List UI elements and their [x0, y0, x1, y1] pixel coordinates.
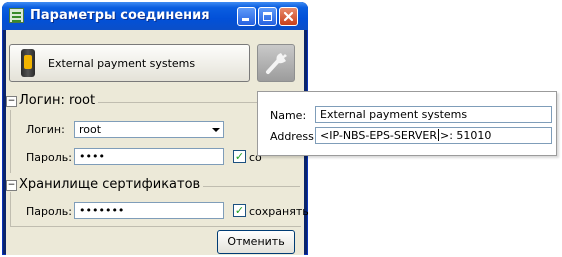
collapse-icon[interactable]: −	[6, 96, 17, 107]
connection-name-label: External payment systems	[48, 57, 196, 70]
password-value: ••••	[79, 150, 105, 163]
save-cert-password-checkbox[interactable]: ✓	[233, 204, 246, 217]
popup-name-field[interactable]: External payment systems	[315, 106, 552, 123]
cert-password-value: •••••••	[79, 204, 125, 217]
connection-select-button[interactable]: External payment systems	[9, 44, 250, 82]
close-icon	[283, 11, 294, 22]
password-field[interactable]: ••••	[74, 148, 224, 165]
popup-address-value-start: <IP-NBS-EPS-SERVER	[320, 129, 437, 142]
login-dropdown[interactable]: root	[74, 121, 224, 138]
wrench-icon	[266, 53, 287, 74]
save-password-checkbox[interactable]: ✓	[233, 150, 246, 163]
cert-group-title: Хранилище сертификатов	[19, 177, 201, 192]
password-label: Пароль:	[26, 151, 72, 164]
settings-list-icon	[9, 8, 24, 23]
popup-address-field[interactable]: <IP-NBS-EPS-SERVER >: 51010	[315, 127, 552, 144]
maximize-icon	[263, 12, 272, 21]
minimize-icon	[242, 18, 249, 21]
login-group-title: Логин: root	[19, 93, 96, 108]
cert-password-field[interactable]: •••••••	[74, 202, 224, 219]
title-bar[interactable]: Параметры соединения	[2, 2, 308, 30]
minimize-button[interactable]	[237, 7, 256, 26]
popup-address-value-end: >: 51010	[439, 129, 492, 142]
collapse-icon[interactable]: −	[6, 180, 17, 191]
login-value: root	[79, 123, 102, 136]
window-title: Параметры соединения	[30, 8, 210, 23]
login-label: Логин:	[26, 123, 65, 136]
maximize-button[interactable]	[258, 7, 277, 26]
popup-name-label: Name:	[270, 109, 307, 122]
connection-details-popup: Name: External payment systems Address: …	[257, 91, 557, 156]
close-button[interactable]	[279, 7, 298, 26]
text-caret	[437, 129, 439, 141]
connection-settings-button[interactable]	[257, 44, 295, 82]
popup-name-value: External payment systems	[320, 108, 468, 121]
cert-password-label: Пароль:	[26, 205, 72, 218]
cancel-button[interactable]: Отменить	[217, 230, 295, 254]
popup-address-label: Address:	[270, 130, 318, 143]
chevron-down-icon[interactable]	[207, 122, 223, 137]
cert-group-header[interactable]: − Хранилище сертификатов	[6, 177, 204, 192]
login-group-header[interactable]: − Логин: root	[6, 93, 99, 108]
save-cert-password-label: сохранять	[249, 205, 309, 218]
terminal-icon	[21, 49, 35, 77]
